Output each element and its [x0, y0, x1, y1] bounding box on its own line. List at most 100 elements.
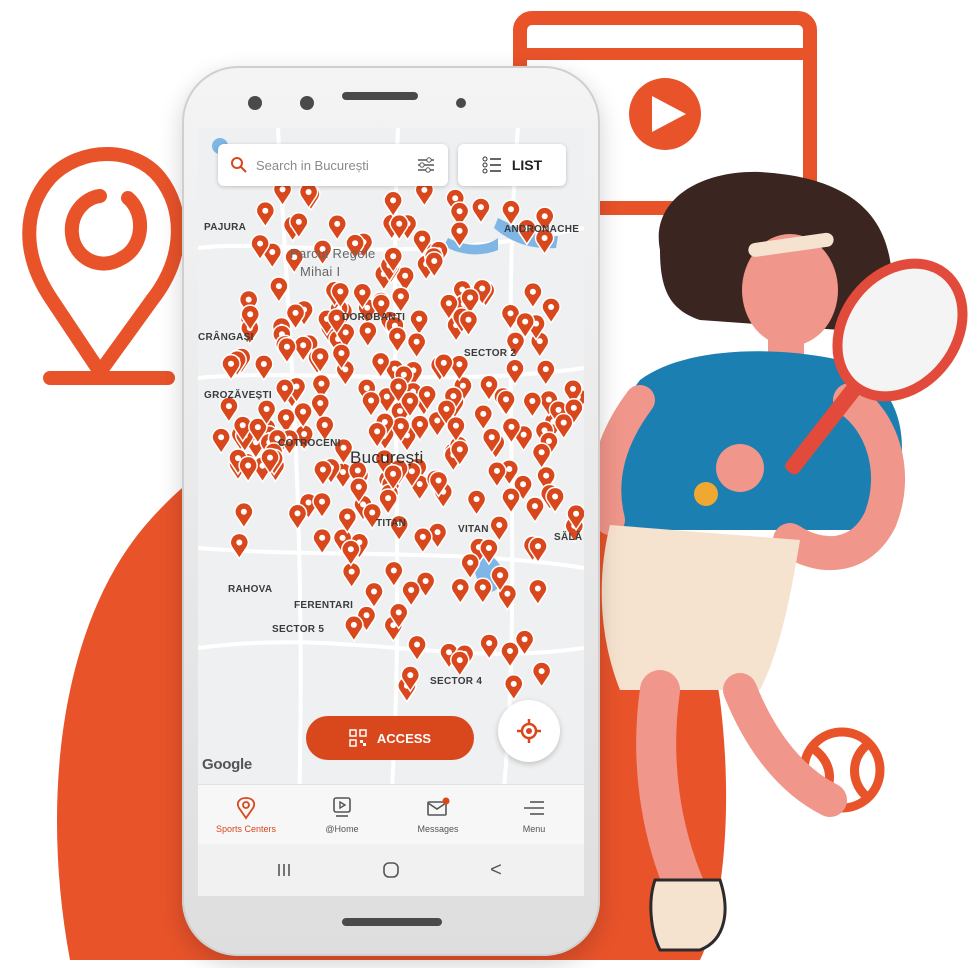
sports-center-pin[interactable]	[531, 442, 552, 470]
recent-apps-button[interactable]	[264, 854, 304, 886]
sports-center-pin[interactable]	[211, 427, 231, 455]
access-button[interactable]: ACCESS	[306, 716, 474, 760]
pin-center-dot	[395, 383, 402, 390]
filter-sliders-icon[interactable]	[416, 155, 436, 175]
map-label-vitan: VITAN	[458, 524, 489, 535]
pin-center-dot	[407, 672, 414, 679]
sports-center-pin[interactable]	[361, 390, 381, 418]
pin-center-dot	[531, 503, 538, 510]
sports-center-pin[interactable]	[525, 496, 545, 524]
pin-center-dot	[434, 529, 441, 536]
pin-center-dot	[431, 258, 438, 265]
pin-center-dot	[443, 405, 450, 412]
sports-center-pin[interactable]	[255, 200, 276, 229]
sports-center-pin[interactable]	[473, 577, 493, 605]
sports-center-pin[interactable]	[409, 309, 429, 337]
sports-center-pin[interactable]	[269, 276, 289, 304]
sports-center-pin[interactable]	[473, 404, 494, 432]
sports-center-pin[interactable]	[358, 320, 378, 348]
pin-center-dot	[512, 337, 519, 344]
pin-center-dot	[263, 406, 270, 413]
pin-center-dot	[377, 358, 384, 365]
sports-center-pin[interactable]	[487, 461, 507, 489]
sports-center-pin[interactable]	[287, 503, 308, 531]
sports-center-pin[interactable]	[401, 580, 421, 608]
sports-center-pin[interactable]	[522, 391, 543, 419]
sports-center-pin[interactable]	[413, 527, 433, 555]
pin-center-dot	[317, 400, 324, 407]
sports-center-pin[interactable]	[500, 641, 520, 669]
pin-center-dot	[493, 467, 500, 474]
sports-center-pin[interactable]	[277, 337, 297, 365]
tab-home[interactable]: @Home	[302, 787, 382, 843]
sports-center-pin[interactable]	[238, 455, 258, 483]
sports-center-pin[interactable]	[344, 615, 364, 643]
pin-center-dot	[355, 483, 362, 490]
sports-center-pin[interactable]	[383, 190, 403, 218]
pin-center-dot	[414, 641, 421, 648]
sports-center-pin[interactable]	[341, 561, 362, 589]
sports-center-pin[interactable]	[450, 650, 470, 678]
pin-center-dot	[555, 406, 562, 413]
pin-center-dot	[254, 424, 261, 431]
pin-center-dot	[390, 470, 397, 477]
sports-center-pin[interactable]	[523, 282, 543, 310]
map-label-sector5: SECTOR 5	[272, 624, 325, 635]
sports-center-pin[interactable]	[536, 359, 556, 387]
sports-center-pin[interactable]	[293, 401, 313, 429]
pin-center-dot	[350, 621, 357, 628]
pin-center-dot	[334, 220, 341, 227]
sports-center-pin[interactable]	[384, 560, 404, 588]
pin-center-dot	[520, 481, 527, 488]
sports-center-pin[interactable]	[531, 661, 552, 689]
sports-center-pin[interactable]	[504, 674, 524, 702]
sports-center-pin[interactable]	[489, 515, 509, 543]
map-label-pajura: PAJURA	[204, 222, 247, 233]
sports-center-pin[interactable]	[471, 197, 491, 225]
map-label-cotroceni: COTROCENI	[278, 438, 341, 449]
tab-messages[interactable]: Messages	[398, 787, 478, 843]
sports-center-pin[interactable]	[327, 214, 347, 242]
map-label-titan: TITAN	[376, 518, 407, 529]
pin-center-dot	[419, 235, 426, 242]
sports-center-pin[interactable]	[229, 532, 250, 560]
tab-sports-centers[interactable]: Sports Centers	[206, 787, 286, 843]
sports-center-pin[interactable]	[406, 332, 427, 360]
search-bar[interactable]: Search in București	[218, 144, 448, 186]
map-label-ferentari: FERENTARI	[294, 600, 354, 611]
sports-center-pin[interactable]	[466, 489, 487, 517]
sports-center-pin[interactable]	[364, 581, 384, 609]
map-label-dorobanti: DOROBANȚI	[342, 312, 406, 323]
sports-center-pin[interactable]	[312, 491, 332, 519]
pin-center-dot	[340, 444, 347, 451]
pin-center-dot	[480, 410, 487, 417]
list-view-button[interactable]: LIST	[458, 144, 566, 186]
pin-center-dot	[507, 310, 514, 317]
sports-center-pin[interactable]	[407, 634, 427, 662]
pin-center-dot	[319, 498, 326, 505]
pin-center-dot	[301, 430, 308, 437]
sports-center-pin[interactable]	[505, 358, 525, 386]
home-button[interactable]	[371, 854, 411, 886]
pin-center-dot	[300, 408, 307, 415]
sports-center-pin[interactable]	[450, 577, 471, 605]
pin-center-dot	[333, 314, 340, 321]
search-input[interactable]: Search in București	[256, 158, 369, 173]
pin-center-dot	[521, 636, 528, 643]
sports-center-pin[interactable]	[553, 412, 574, 440]
pin-center-dot	[408, 587, 415, 594]
search-icon	[231, 157, 247, 173]
pin-center-dot	[543, 472, 550, 479]
pin-center-dot	[457, 584, 464, 591]
sports-center-pin[interactable]	[341, 539, 361, 567]
map-label-sector4: SECTOR 4	[430, 676, 483, 687]
pin-center-dot	[305, 188, 312, 195]
sports-center-pin[interactable]	[528, 578, 548, 606]
tab-menu[interactable]: Menu	[494, 787, 574, 843]
sports-center-pin[interactable]	[234, 501, 254, 530]
sports-center-pin[interactable]	[312, 528, 332, 556]
locate-me-button[interactable]	[498, 700, 560, 762]
back-button[interactable]: <	[476, 854, 516, 886]
sports-center-pin[interactable]	[387, 326, 408, 354]
sports-center-pin[interactable]	[501, 487, 521, 515]
